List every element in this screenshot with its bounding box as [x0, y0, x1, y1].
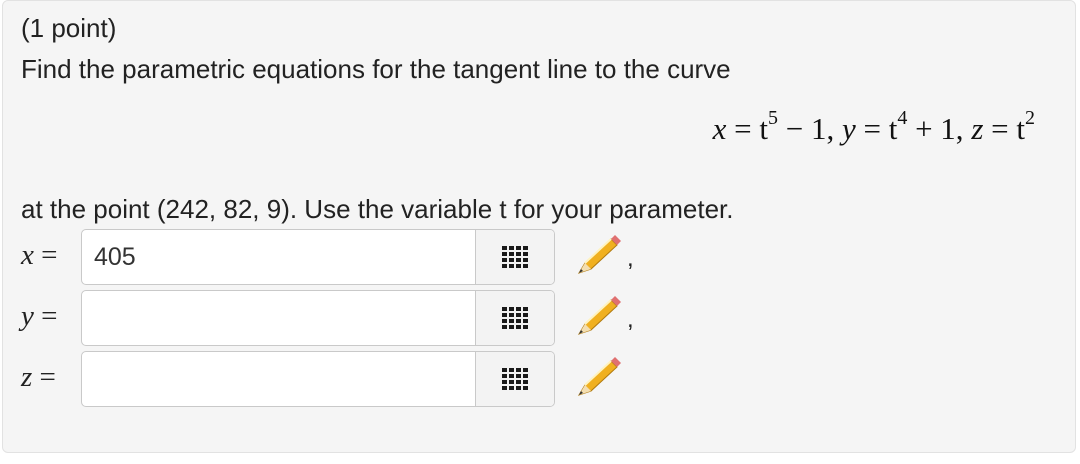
pencil-icon[interactable]	[571, 294, 621, 340]
answer-label-z: z =	[21, 361, 56, 393]
equation-editor-button-x[interactable]	[475, 230, 554, 284]
answer-field-y	[81, 290, 555, 346]
problem-panel: (1 point) Find the parametric equations …	[2, 0, 1076, 453]
equation-editor-button-z[interactable]	[475, 352, 554, 406]
answer-label-y: y =	[21, 300, 58, 332]
answer-label-x: x =	[21, 239, 58, 271]
problem-instructions: at the point (242, 82, 9). Use the varia…	[21, 194, 734, 224]
separator-x: ,	[627, 245, 634, 272]
pencil-icon[interactable]	[571, 233, 621, 279]
separator-y: ,	[627, 306, 634, 333]
answer-input-z[interactable]	[82, 352, 476, 406]
answer-input-y[interactable]	[82, 291, 476, 345]
equation-editor-grid-icon	[502, 246, 528, 268]
curve-equation: x = t5 − 1, y = t4 + 1, z = t2	[712, 106, 1035, 146]
pencil-icon[interactable]	[571, 355, 621, 401]
answer-field-x	[81, 229, 555, 285]
equation-editor-grid-icon	[502, 307, 528, 329]
answer-field-z	[81, 351, 555, 407]
points-label: (1 point)	[21, 13, 117, 43]
answer-input-x[interactable]	[82, 230, 476, 284]
equation-editor-grid-icon	[502, 368, 528, 390]
problem-prompt: Find the parametric equations for the ta…	[21, 54, 731, 84]
equation-editor-button-y[interactable]	[475, 291, 554, 345]
